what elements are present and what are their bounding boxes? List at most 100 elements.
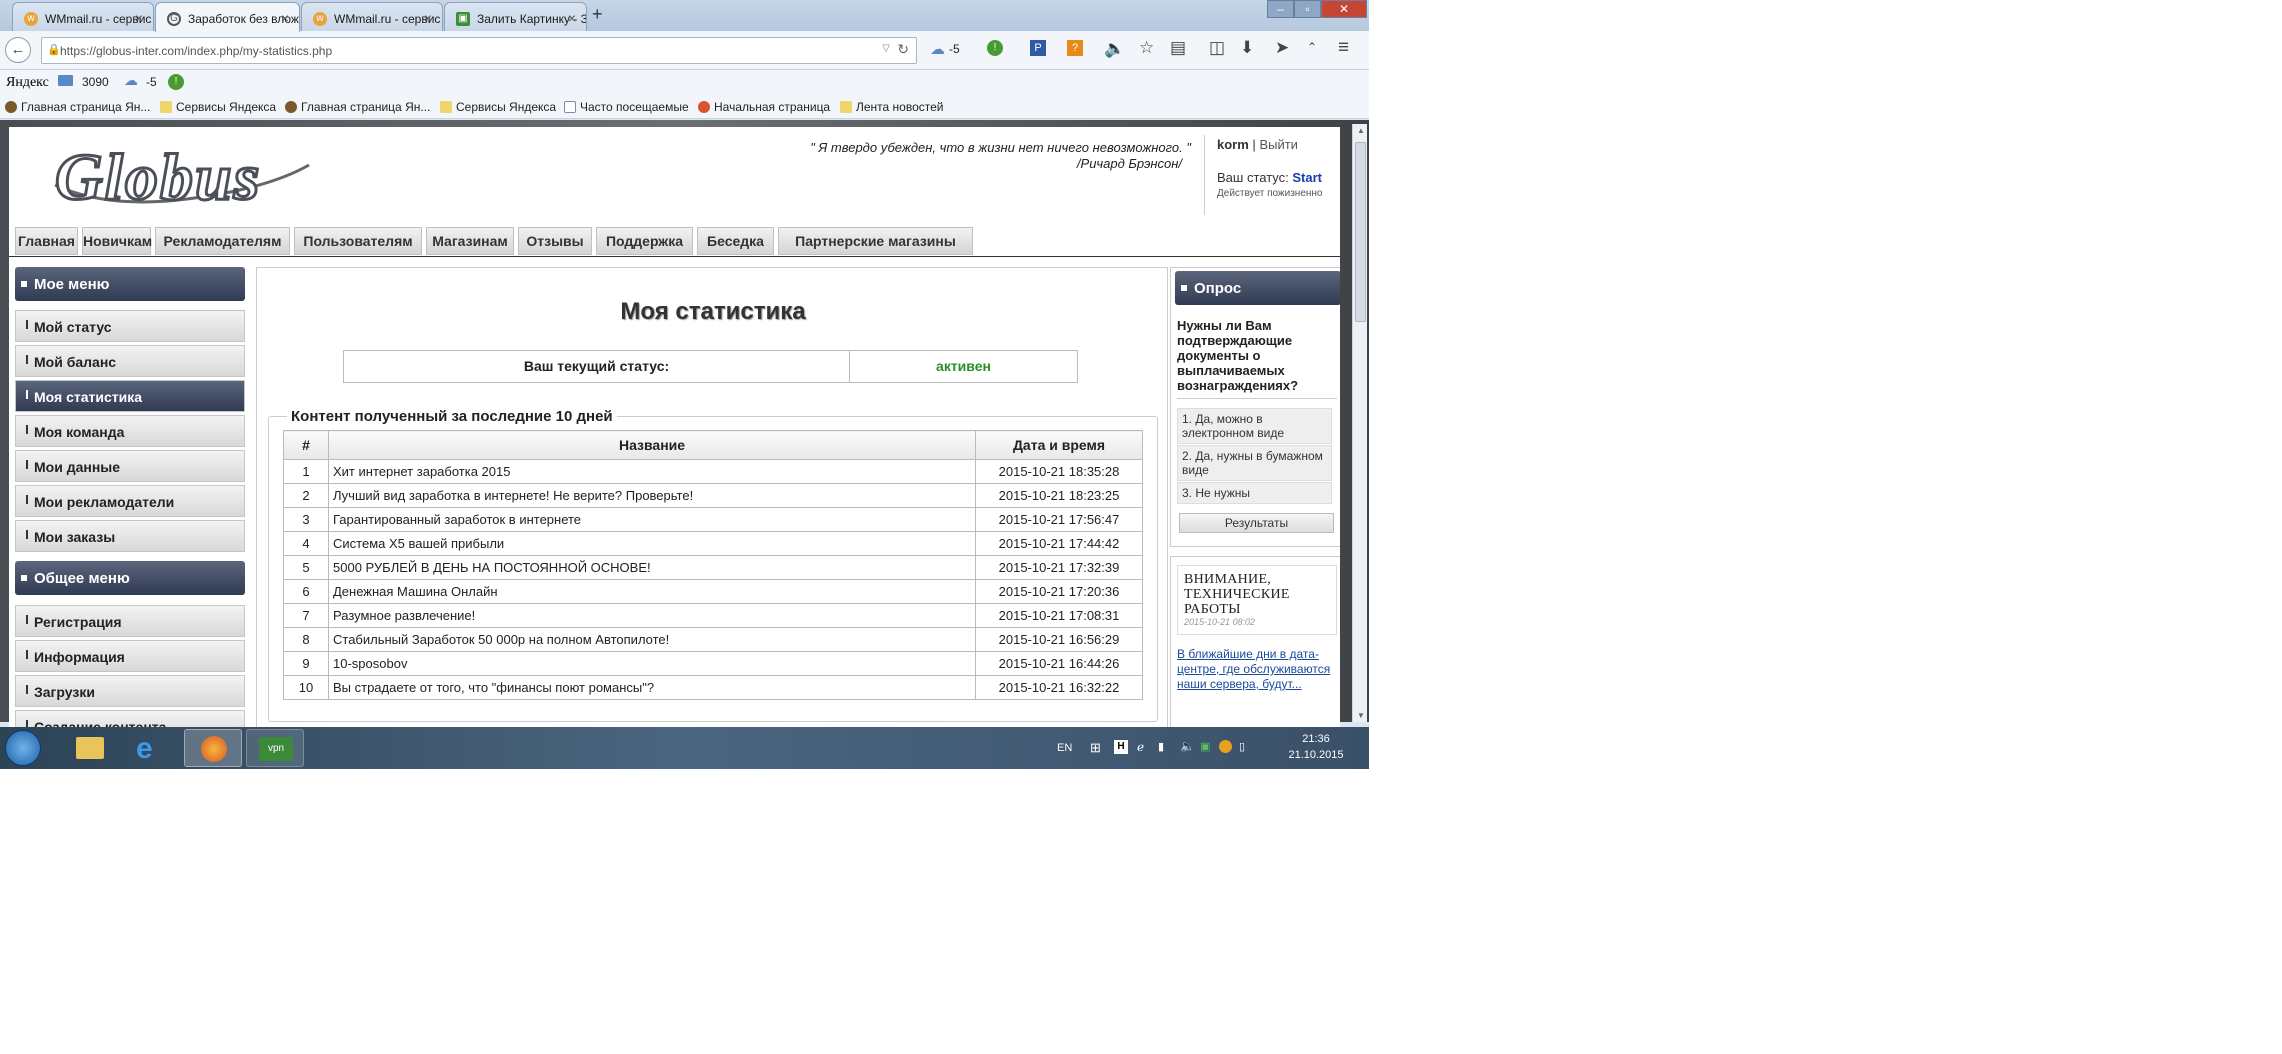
yandex-weather[interactable]: -5 — [146, 75, 157, 89]
status-value[interactable]: Start — [1292, 170, 1322, 185]
volume-icon[interactable]: 🔈 — [1180, 739, 1195, 753]
hamburger-menu-icon[interactable]: ≡ — [1338, 37, 1349, 59]
page-title: Моя статистика — [620, 298, 806, 325]
firefox-taskbar-icon[interactable] — [184, 729, 242, 767]
sidebar-item-my-advertisers[interactable]: Мои рекламодатели — [15, 485, 245, 517]
tab-globus[interactable]: G Заработок без вложений ... × — [155, 2, 300, 32]
back-button[interactable]: ← — [5, 37, 31, 63]
logout-link[interactable]: Выйти — [1259, 137, 1298, 152]
column-header-title: Название — [328, 430, 976, 460]
close-tab-icon[interactable]: × — [424, 10, 432, 26]
row-title: Денежная Машина Онлайн — [328, 579, 976, 604]
pocket-icon[interactable]: ◫ — [1209, 38, 1225, 58]
coin-icon[interactable] — [1219, 740, 1232, 753]
battery-icon[interactable]: ▯ — [1239, 740, 1245, 753]
tab-wmmail-2[interactable]: w WMmail.ru - сервис почт... × — [301, 2, 443, 31]
globus-logo[interactable]: Globus — [47, 137, 317, 217]
start-button[interactable] — [5, 730, 41, 766]
menu-item-users[interactable]: Пользователям — [294, 227, 422, 255]
webmoney-icon[interactable]: P — [1030, 40, 1046, 56]
green-shield-icon[interactable]: ! — [168, 74, 184, 90]
menu-item-reviews[interactable]: Отзывы — [518, 227, 592, 255]
bookmark-item[interactable]: Лента новостей — [840, 100, 944, 114]
sidebar-item-my-data[interactable]: Мои данные — [15, 450, 245, 482]
bookmark-item[interactable]: Часто посещаемые — [564, 100, 689, 114]
tab-strip: w WMmail.ru - сервис почт... × G Заработ… — [0, 0, 1369, 32]
yandex-logo[interactable]: Яндекс — [6, 75, 49, 91]
sidebar-item-my-statistics[interactable]: Моя статистика — [15, 380, 245, 412]
sidebar-item-my-status[interactable]: Мой статус — [15, 310, 245, 342]
menu-item-home[interactable]: Главная — [15, 227, 78, 255]
chevron-up-icon[interactable]: ⌃ — [1307, 40, 1317, 54]
clock-time[interactable]: 21:36 — [1293, 733, 1339, 745]
menu-item-shops[interactable]: Магазинам — [426, 227, 514, 255]
bookmark-item[interactable]: Сервисы Яндекса — [160, 100, 276, 114]
weather-cloud-icon[interactable]: ☁ — [124, 72, 138, 89]
send-icon[interactable]: ➤ — [1275, 38, 1289, 58]
row-title: 5000 РУБЛЕЙ В ДЕНЬ НА ПОСТОЯННОЙ ОСНОВЕ! — [328, 555, 976, 580]
menu-item-support[interactable]: Поддержка — [596, 227, 693, 255]
clock-date[interactable]: 21.10.2015 — [1285, 749, 1347, 761]
h-app-icon[interactable]: H — [1114, 740, 1128, 754]
content-legend: Контент полученный за последние 10 дней — [287, 408, 617, 425]
row-number: 3 — [283, 507, 329, 532]
sidebar-item-information[interactable]: Информация — [15, 640, 245, 672]
clipboard-icon[interactable]: ▤ — [1170, 38, 1186, 58]
news-title[interactable]: ВНИМАНИЕ, ТЕХНИЧЕСКИЕ РАБОТЫ — [1184, 572, 1330, 617]
payeer-icon[interactable]: ? — [1067, 40, 1083, 56]
vpn-taskbar-icon[interactable]: vpn — [246, 729, 304, 767]
signal-icon[interactable]: ▮ — [1158, 740, 1164, 753]
bookmark-item[interactable]: Главная страница Ян... — [285, 100, 430, 114]
new-tab-button[interactable]: + — [592, 4, 603, 25]
menu-item-advertisers[interactable]: Рекламодателям — [155, 227, 290, 255]
menu-item-newbies[interactable]: Новичкам — [82, 227, 152, 255]
url-bar[interactable]: 🔒 https://globus-inter.com/index.php/my-… — [41, 37, 917, 64]
sidebar-item-registration[interactable]: Регистрация — [15, 605, 245, 637]
sidebar-item-my-balance[interactable]: Мой баланс — [15, 345, 245, 377]
poll-answer-1[interactable]: 1. Да, можно в электронном виде — [1177, 408, 1332, 444]
sidebar-item-my-orders[interactable]: Мои заказы — [15, 520, 245, 552]
network-icon[interactable]: ▣ — [1200, 740, 1210, 753]
menu-item-partner-shops[interactable]: Партнерские магазины — [778, 227, 973, 255]
close-tab-icon[interactable]: × — [281, 10, 289, 26]
internet-explorer-icon[interactable]: e — [122, 729, 180, 767]
poll-answer-3[interactable]: 3. Не нужны — [1177, 482, 1332, 504]
sidebar-item-downloads[interactable]: Загрузки — [15, 675, 245, 707]
poll-answer-2[interactable]: 2. Да, нужны в бумажном виде — [1177, 445, 1332, 481]
explorer-taskbar-icon[interactable] — [60, 729, 118, 767]
sidebar-item-content-creation[interactable]: Создание контента — [15, 710, 245, 727]
tab-zalit-kartinku[interactable]: ▣ Залить Картинку - Загруз... × — [444, 2, 587, 31]
speaker-icon[interactable]: 🔈 — [1104, 39, 1125, 59]
sidebar-item-my-team[interactable]: Моя команда — [15, 415, 245, 447]
mail-icon[interactable] — [58, 75, 73, 86]
close-tab-icon[interactable]: × — [568, 10, 576, 26]
bookmark-item[interactable]: Сервисы Яндекса — [440, 100, 556, 114]
username-link[interactable]: korm — [1217, 137, 1249, 152]
green-shield-icon[interactable]: ! — [987, 40, 1003, 56]
scroll-up-icon[interactable]: ▲ — [1357, 126, 1365, 135]
menu-item-chat[interactable]: Беседка — [697, 227, 774, 255]
language-indicator[interactable]: EN — [1057, 742, 1072, 754]
scrollbar-thumb[interactable] — [1355, 142, 1366, 322]
close-window-icon[interactable]: ✕ — [1321, 0, 1367, 18]
maximize-icon[interactable]: ▫ — [1294, 0, 1321, 18]
bookmark-item[interactable]: Главная страница Ян... — [5, 100, 150, 114]
page-icon — [564, 101, 576, 113]
bookmark-star-icon[interactable]: ☆ — [1139, 38, 1154, 58]
ie-tray-icon[interactable]: ℯ — [1137, 740, 1144, 754]
tab-wmmail-1[interactable]: w WMmail.ru - сервис почт... × — [12, 2, 154, 31]
minimize-icon[interactable]: – — [1267, 0, 1294, 18]
scroll-down-icon[interactable]: ▼ — [1357, 711, 1365, 720]
poll-results-button[interactable]: Результаты — [1179, 513, 1334, 533]
content-table: # Название Дата и время 1 Хит интернет за… — [283, 430, 1143, 700]
reload-icon[interactable]: ↻ — [897, 41, 909, 58]
dropdown-arrow-icon[interactable]: ▽ — [882, 43, 890, 54]
windows-flag-icon[interactable]: ⊞ — [1090, 740, 1101, 756]
download-icon[interactable]: ⬇ — [1240, 38, 1254, 58]
mail-count[interactable]: 3090 — [82, 75, 109, 89]
close-tab-icon[interactable]: × — [135, 10, 143, 26]
vertical-scrollbar[interactable]: ▲ ▼ — [1352, 124, 1367, 722]
bookmark-item[interactable]: Начальная страница — [698, 100, 830, 114]
news-link[interactable]: В ближайшие дни в дата-центре, где обслу… — [1177, 647, 1337, 692]
weather-cloud-icon[interactable]: ☁ — [930, 40, 945, 58]
